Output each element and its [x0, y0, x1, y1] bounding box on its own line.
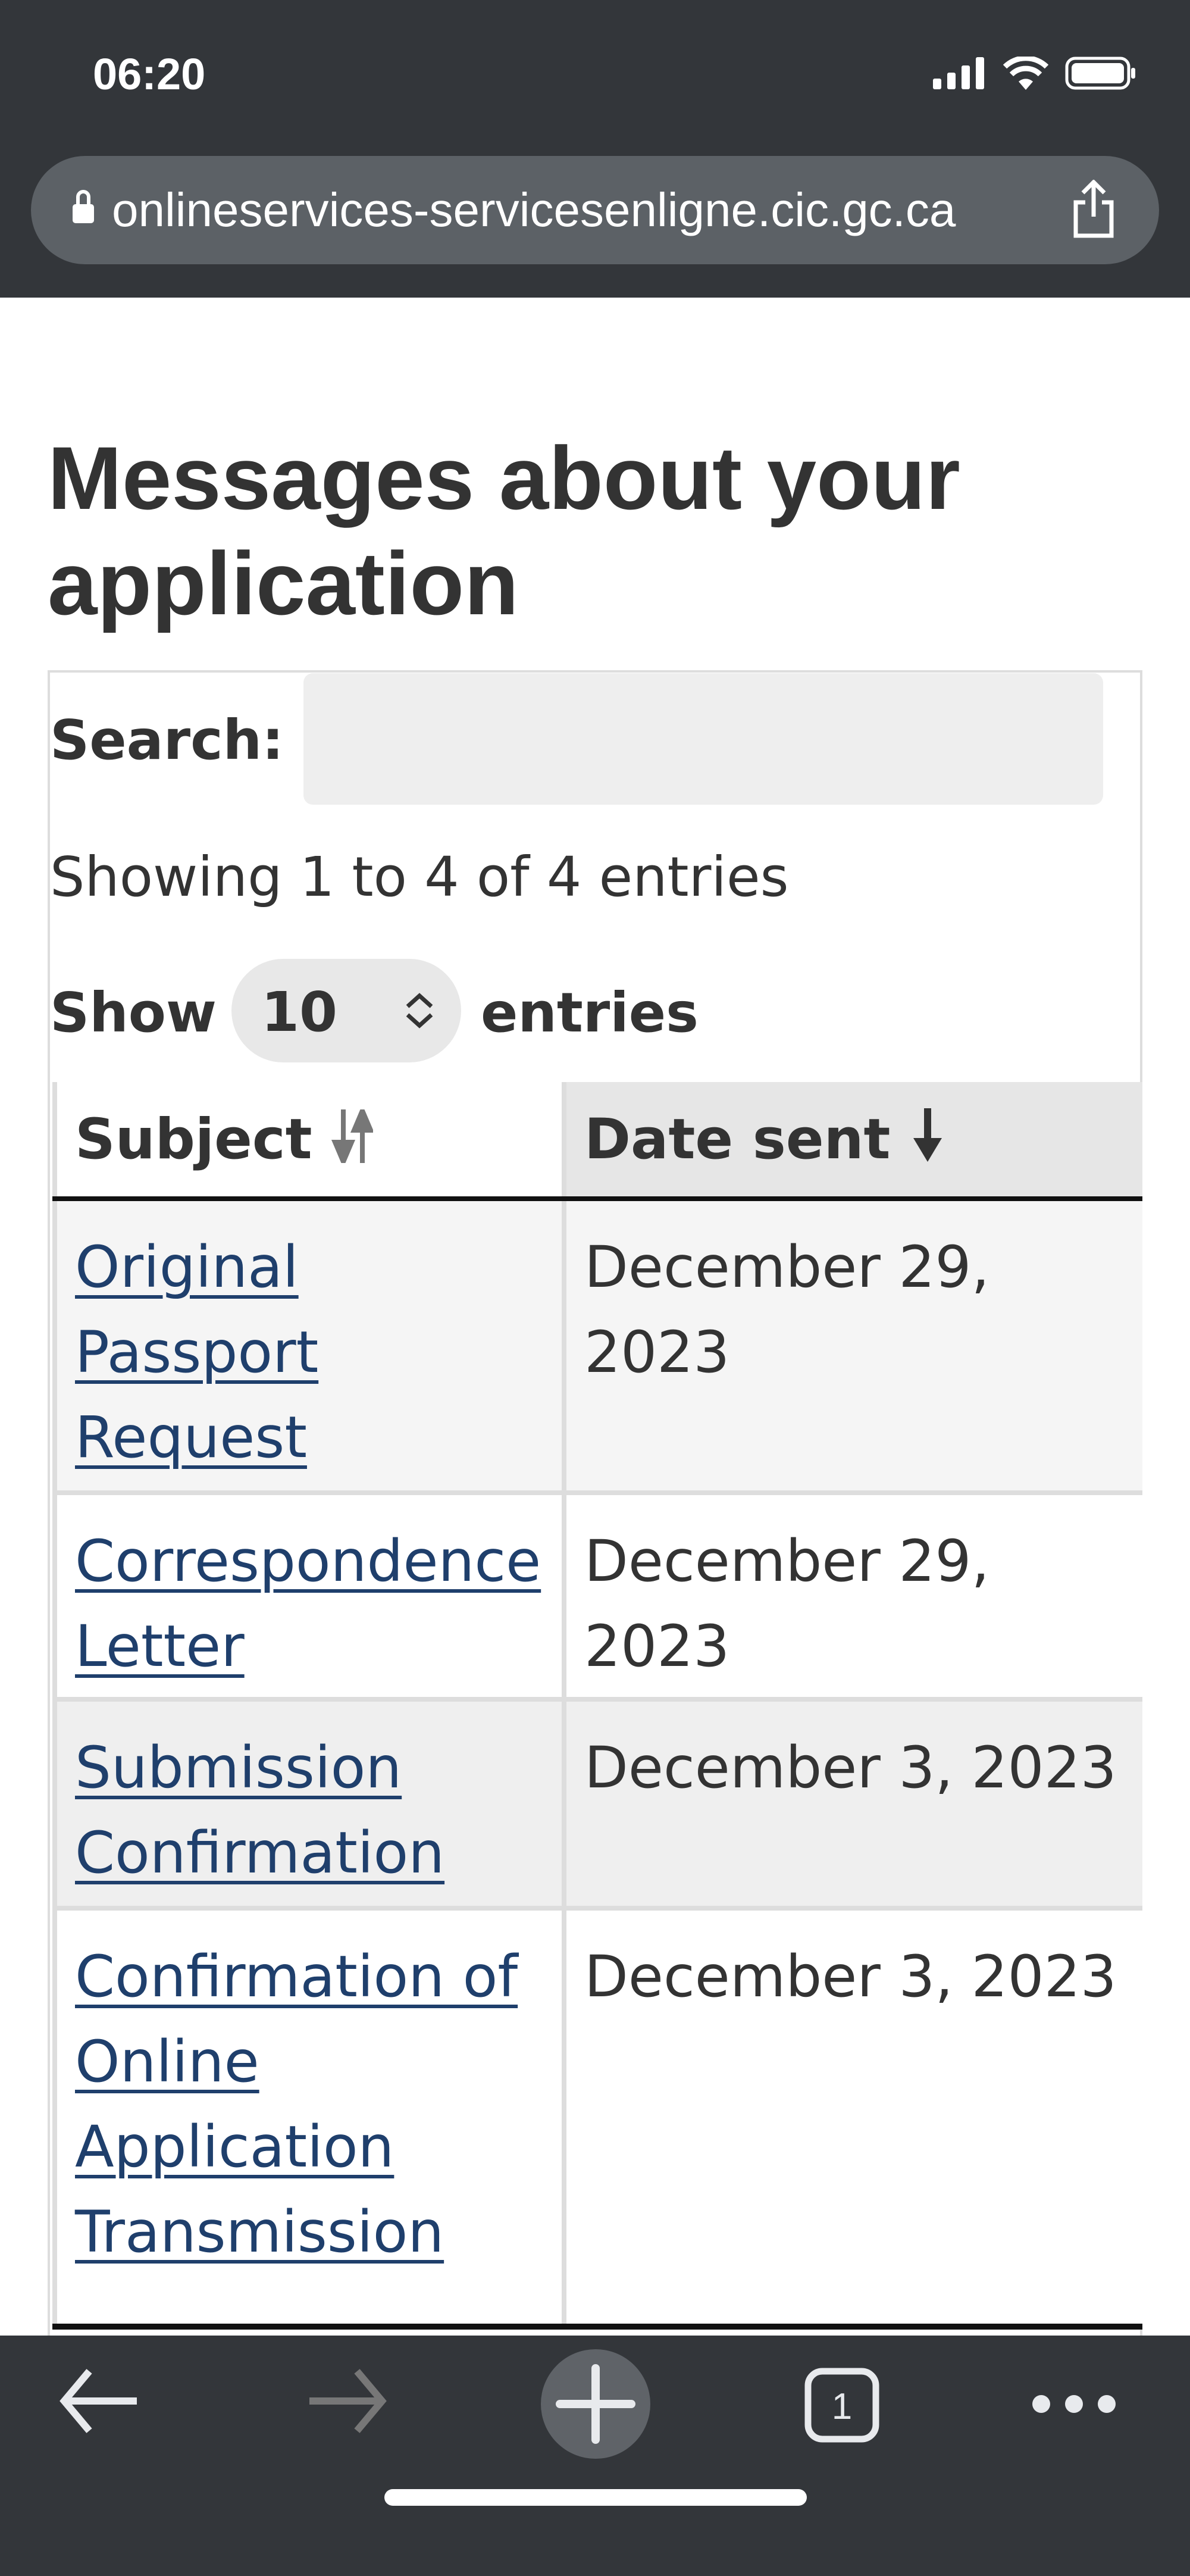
status-icons [933, 57, 1136, 90]
show-label: Show [50, 981, 217, 1045]
page-size-value: 10 [261, 980, 338, 1044]
url-text: onlineservices-servicesenligne.cic.gc.ca [112, 183, 956, 236]
tab-count: 1 [832, 2386, 852, 2427]
more-menu-icon[interactable] [1029, 2389, 1119, 2419]
table-row: Original Passport Request December 29, 2… [52, 1201, 1142, 1495]
search-label: Search: [50, 708, 284, 772]
forward-arrow-icon[interactable] [303, 2359, 387, 2443]
browser-bottom-toolbar: 1 [0, 2336, 1190, 2576]
search-input[interactable] [303, 673, 1103, 805]
table-row: Submission Confirmation December 3, 2023 [52, 1702, 1142, 1911]
message-link[interactable]: Correspondence Letter [75, 1528, 541, 1680]
subject-cell: Original Passport Request [52, 1201, 562, 1490]
table-header-row: Subject Date sent [52, 1082, 1142, 1201]
chevron-up-down-icon [406, 993, 433, 1028]
battery-icon [1065, 57, 1135, 90]
signal-icon [933, 57, 984, 89]
home-indicator [384, 2489, 807, 2506]
table-bottom-border [52, 2324, 1142, 2330]
date-cell: December 29, 2023 [562, 1201, 1142, 1490]
status-time: 06:20 [93, 49, 206, 99]
header-date-sent-label: Date sent [584, 1107, 891, 1172]
date-sent: December 29, 2023 [584, 1528, 989, 1680]
browser-top-bar: 06:20 onlineservices-servicesenligne.cic… [0, 0, 1190, 298]
date-cell: December 3, 2023 [562, 1702, 1142, 1906]
date-cell: December 29, 2023 [562, 1495, 1142, 1697]
new-tab-plus-icon[interactable] [539, 2347, 652, 2461]
date-sent: December 29, 2023 [584, 1234, 989, 1386]
share-icon[interactable] [1070, 180, 1117, 239]
lock-icon [73, 190, 94, 223]
date-sent: December 3, 2023 [584, 1734, 1117, 1801]
header-date-sent[interactable]: Date sent [562, 1082, 1142, 1196]
message-link[interactable]: Submission Confirmation [75, 1734, 444, 1886]
table-row: Confirmation of Online Application Trans… [52, 1911, 1142, 2324]
sort-descending-icon [913, 1108, 942, 1162]
subject-cell: Correspondence Letter [52, 1495, 562, 1697]
sort-both-icon [331, 1104, 375, 1168]
tabs-icon[interactable]: 1 [803, 2366, 881, 2444]
header-subject-label: Subject [75, 1107, 312, 1172]
date-cell: December 3, 2023 [562, 1911, 1142, 2324]
subject-cell: Submission Confirmation [52, 1702, 562, 1906]
address-bar[interactable]: onlineservices-servicesenligne.cic.gc.ca [31, 156, 1159, 264]
table-row: Correspondence Letter December 29, 2023 [52, 1495, 1142, 1702]
page-title: Messages about your application [48, 428, 960, 633]
page-size-select[interactable]: 10 [231, 959, 461, 1062]
message-link[interactable]: Original Passport Request [75, 1234, 318, 1471]
message-link[interactable]: Confirmation of Online Application Trans… [75, 1943, 518, 2265]
back-arrow-icon[interactable] [60, 2359, 143, 2443]
wifi-icon [1003, 57, 1048, 90]
messages-table: Subject Date sent Original Passport Requ… [52, 1082, 1142, 2324]
entries-info: Showing 1 to 4 of 4 entries [50, 845, 789, 909]
subject-cell: Confirmation of Online Application Trans… [52, 1911, 562, 2324]
entries-label: entries [481, 981, 699, 1045]
header-subject[interactable]: Subject [52, 1082, 562, 1196]
date-sent: December 3, 2023 [584, 1943, 1117, 2010]
